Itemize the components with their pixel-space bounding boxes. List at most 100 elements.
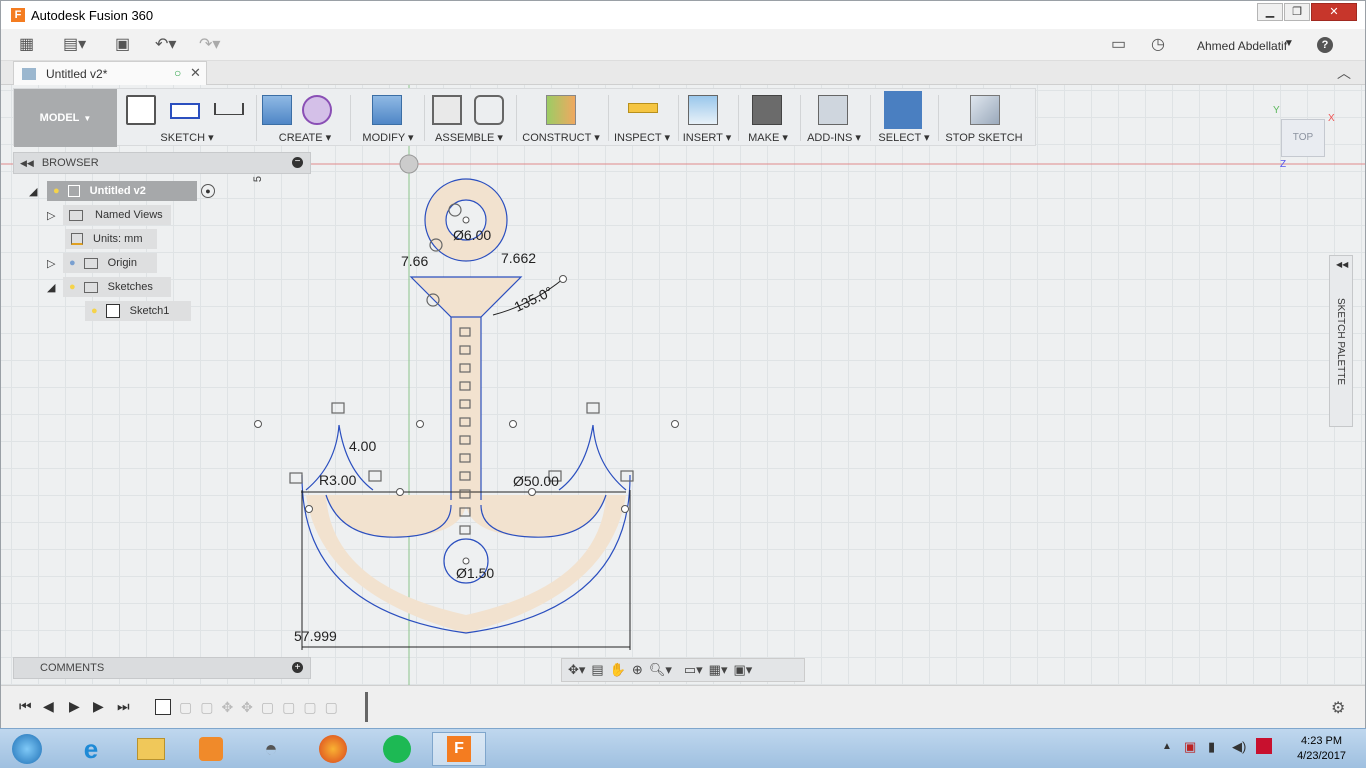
minimize-button[interactable]: ▁ bbox=[1257, 3, 1283, 21]
collapse-triangle-icon[interactable]: ◢ bbox=[47, 281, 63, 294]
select-group[interactable]: SELECT ▾ bbox=[874, 89, 934, 147]
timeline-sketch-feature-icon[interactable] bbox=[155, 699, 171, 715]
close-tab-icon[interactable]: ✕ bbox=[190, 65, 201, 81]
assemble-group[interactable]: ASSEMBLE ▾ bbox=[424, 89, 514, 147]
browser-root-node[interactable]: ◢ ● Untitled v2 ● bbox=[29, 181, 215, 201]
dimension-ring-diameter[interactable]: Ø6.00 bbox=[453, 227, 491, 243]
dimension-crown-diameter[interactable]: Ø1.50 bbox=[456, 565, 494, 581]
insert-group[interactable]: INSERT ▾ bbox=[678, 89, 736, 147]
pan-icon[interactable]: ✋ bbox=[610, 662, 626, 678]
workspace-switcher-button[interactable]: MODEL ▼ bbox=[14, 89, 117, 147]
scripts-addins-icon[interactable] bbox=[818, 95, 848, 125]
sketch1-box[interactable]: ● Sketch1 bbox=[85, 301, 191, 321]
data-panel-grid-icon[interactable]: ▦ bbox=[19, 35, 34, 55]
tray-volume-icon[interactable]: ◀) bbox=[1232, 739, 1246, 755]
visibility-bulb-icon[interactable]: ● bbox=[53, 185, 60, 197]
redo-icon[interactable]: ↷▾ bbox=[199, 35, 220, 55]
construct-group[interactable]: CONSTRUCT ▾ bbox=[516, 89, 606, 147]
go-to-end-icon[interactable]: ⏭ bbox=[117, 698, 130, 715]
visibility-bulb-icon[interactable]: ● bbox=[69, 281, 76, 293]
undo-icon[interactable]: ↶▾ bbox=[155, 35, 176, 55]
viewports-icon[interactable]: ▣▾ bbox=[733, 662, 752, 678]
sketch-group[interactable]: SKETCH ▾ bbox=[122, 89, 252, 147]
file-menu-icon[interactable]: ▤▾ bbox=[63, 35, 86, 55]
firefox-icon[interactable] bbox=[306, 732, 360, 766]
units-box[interactable]: Units: mm bbox=[65, 229, 157, 249]
browser-item-named-views[interactable]: ▷ Named Views bbox=[47, 205, 171, 225]
timeline-marker[interactable] bbox=[365, 692, 368, 722]
modify-group[interactable]: MODIFY ▾ bbox=[352, 89, 424, 147]
activate-radio-icon[interactable]: ● bbox=[201, 184, 215, 198]
step-forward-icon[interactable]: ▶ bbox=[93, 698, 104, 715]
taskbar-clock[interactable]: 4:23 PM 4/23/2017 bbox=[1297, 734, 1346, 764]
visibility-bulb-off-icon[interactable]: ● bbox=[69, 257, 76, 269]
sketches-box[interactable]: ● Sketches bbox=[63, 277, 171, 297]
display-settings-icon[interactable]: ▭▾ bbox=[684, 662, 703, 678]
new-component-icon[interactable] bbox=[432, 95, 462, 125]
job-status-clock-icon[interactable]: ◷ bbox=[1151, 35, 1165, 55]
stop-sketch-button[interactable]: STOP SKETCH bbox=[942, 89, 1026, 147]
comments-panel-header[interactable]: COMMENTS + bbox=[13, 657, 311, 679]
orbit-icon[interactable]: ✥▾ bbox=[568, 662, 585, 678]
expand-palette-icon[interactable]: ◀◀ bbox=[1336, 260, 1348, 269]
stop-sketch-icon[interactable] bbox=[970, 95, 1000, 125]
start-button[interactable] bbox=[0, 732, 54, 766]
browser-item-sketch1[interactable]: ● Sketch1 bbox=[85, 301, 191, 321]
help-icon[interactable]: ? bbox=[1317, 37, 1333, 53]
tray-app-icon[interactable]: ▣ bbox=[1184, 739, 1196, 755]
document-tab[interactable]: Untitled v2* ○ ✕ bbox=[13, 61, 207, 85]
sketch-palette-tab[interactable]: ◀◀ SKETCH PALETTE bbox=[1329, 255, 1353, 427]
origin-box[interactable]: ● Origin bbox=[63, 253, 157, 273]
timeline-settings-gear-icon[interactable]: ⚙ bbox=[1331, 698, 1345, 718]
maximize-button[interactable]: ❐ bbox=[1284, 3, 1310, 21]
comments-plus-icon[interactable]: + bbox=[292, 662, 303, 673]
look-at-icon[interactable]: ▤ bbox=[591, 662, 603, 678]
user-name[interactable]: Ahmed Abdellatif bbox=[1197, 39, 1287, 53]
save-icon[interactable]: ▣ bbox=[115, 35, 130, 55]
fit-icon[interactable]: 🔍︎▾ bbox=[649, 662, 672, 678]
create-sketch-icon[interactable] bbox=[126, 95, 156, 125]
measure-icon[interactable] bbox=[628, 103, 658, 113]
dimension-radius[interactable]: R3.00 bbox=[319, 472, 356, 488]
expand-triangle-icon[interactable]: ▷ bbox=[47, 209, 63, 222]
inspect-group[interactable]: INSPECT ▾ bbox=[608, 89, 676, 147]
dimension-stock-left[interactable]: 7.66 bbox=[401, 253, 428, 269]
create-group[interactable]: CREATE ▾ bbox=[262, 89, 348, 147]
zoom-icon[interactable]: ⊕ bbox=[632, 662, 643, 678]
dimension-partial[interactable]: 5 bbox=[252, 176, 264, 182]
media-player-icon[interactable] bbox=[184, 732, 238, 766]
insert-image-icon[interactable] bbox=[688, 95, 718, 125]
tray-acrobat-icon[interactable] bbox=[1256, 738, 1272, 754]
named-views-box[interactable]: Named Views bbox=[63, 205, 171, 225]
file-explorer-icon[interactable] bbox=[124, 732, 178, 766]
rectangle-icon[interactable] bbox=[170, 103, 200, 119]
timeline-future-features[interactable]: ▢▢✥✥▢▢▢▢ bbox=[179, 699, 346, 716]
play-icon[interactable]: ▶ bbox=[69, 698, 80, 715]
root-node-box[interactable]: ● Untitled v2 bbox=[47, 181, 197, 201]
sketch-dimension-icon[interactable] bbox=[214, 103, 244, 115]
step-back-icon[interactable]: ◀ bbox=[43, 698, 54, 715]
expand-triangle-icon[interactable]: ▷ bbox=[47, 257, 63, 270]
user-dropdown-icon[interactable]: ▼ bbox=[1284, 38, 1294, 49]
make-group[interactable]: MAKE ▾ bbox=[738, 89, 798, 147]
browser-panel-header[interactable]: ◀◀ BROWSER − bbox=[13, 152, 311, 174]
extrude-icon[interactable] bbox=[262, 95, 292, 125]
internet-explorer-icon[interactable]: e bbox=[64, 732, 118, 766]
comments-icon[interactable]: ▭ bbox=[1111, 35, 1126, 55]
fusion-360-taskbar-icon[interactable]: F bbox=[432, 732, 486, 766]
form-icon[interactable] bbox=[302, 95, 332, 125]
browser-item-units[interactable]: Units: mm bbox=[65, 229, 157, 249]
addins-group[interactable]: ADD-INS ▾ bbox=[802, 89, 866, 147]
browser-item-origin[interactable]: ▷ ● Origin bbox=[47, 253, 157, 273]
offset-plane-icon[interactable] bbox=[546, 95, 576, 125]
select-icon[interactable] bbox=[884, 91, 922, 129]
close-button[interactable]: ✕ bbox=[1311, 3, 1357, 21]
spotify-icon[interactable] bbox=[370, 732, 424, 766]
viewcube[interactable]: TOP bbox=[1281, 119, 1325, 157]
dimension-arc-diameter[interactable]: Ø50.00 bbox=[513, 473, 559, 489]
gimp-icon[interactable]: ◓ bbox=[244, 732, 298, 766]
collapse-chevron-icon[interactable]: ︿ bbox=[1337, 63, 1351, 83]
dimension-overall-width[interactable]: 57.999 bbox=[294, 628, 337, 644]
sketch-drawing[interactable] bbox=[1, 85, 1365, 685]
tray-show-hidden-icon[interactable]: ▲ bbox=[1162, 741, 1172, 752]
